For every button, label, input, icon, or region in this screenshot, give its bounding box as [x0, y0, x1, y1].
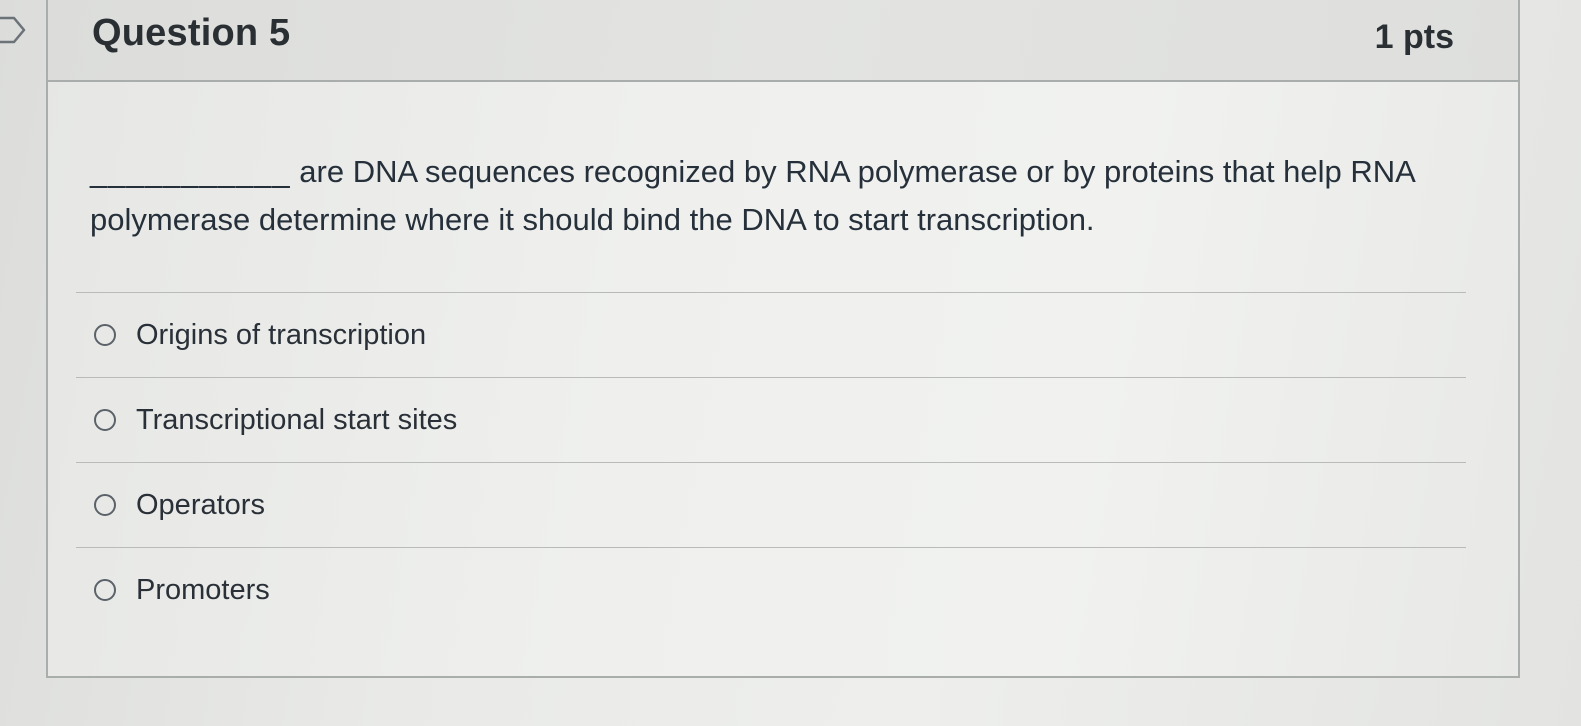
question-card: Question 5 1 pts ___________ are DNA seq… — [46, 0, 1520, 678]
flag-question-icon[interactable] — [0, 12, 28, 48]
answer-option-operators[interactable]: Operators — [76, 463, 1466, 547]
answer-option-origins-of-transcription[interactable]: Origins of transcription — [76, 293, 1466, 377]
question-points: 1 pts — [1374, 18, 1454, 56]
question-text: ___________ are DNA sequences recognized… — [90, 148, 1430, 244]
radio-button-icon[interactable] — [94, 494, 116, 516]
answer-label[interactable]: Operators — [136, 489, 265, 522]
answer-option-promoters[interactable]: Promoters — [76, 548, 1466, 632]
question-header: Question 5 1 pts — [48, 0, 1518, 82]
question-title: Question 5 — [92, 12, 291, 54]
radio-button-icon[interactable] — [94, 409, 116, 431]
quiz-page: Question 5 1 pts ___________ are DNA seq… — [0, 0, 1581, 726]
fill-in-blank: ___________ — [90, 154, 291, 189]
answer-label[interactable]: Promoters — [136, 574, 270, 607]
answer-label[interactable]: Origins of transcription — [136, 319, 426, 352]
answer-option-transcriptional-start-sites[interactable]: Transcriptional start sites — [76, 378, 1466, 462]
radio-button-icon[interactable] — [94, 579, 116, 601]
radio-button-icon[interactable] — [94, 324, 116, 346]
answer-list: Origins of transcription Transcriptional… — [76, 292, 1466, 632]
answer-label[interactable]: Transcriptional start sites — [136, 404, 457, 437]
